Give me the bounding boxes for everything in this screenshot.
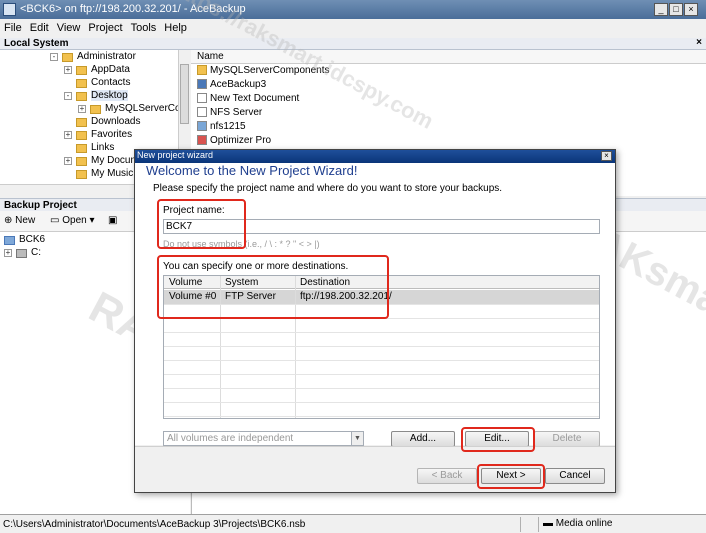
expand-icon[interactable]: + — [64, 157, 72, 165]
row-divider — [164, 388, 599, 389]
list-item[interactable]: MySQLServerComponents — [197, 65, 330, 79]
highlight-destinations — [157, 255, 389, 319]
menu-help[interactable]: Help — [160, 19, 191, 34]
folder-icon — [76, 66, 87, 75]
project-icon — [4, 236, 15, 245]
file-list-header[interactable]: Name — [191, 50, 706, 64]
collapse-icon[interactable]: - — [64, 92, 72, 100]
menu-view[interactable]: View — [53, 19, 85, 34]
tree-node[interactable]: - Administrator — [50, 51, 180, 64]
list-item[interactable]: Optimizer Pro — [197, 135, 271, 149]
folder-icon — [76, 170, 87, 179]
media-icon: ▬ — [543, 518, 553, 529]
wizard-title-bar: New project wizard × — [135, 150, 615, 163]
highlight-next-button — [477, 464, 545, 489]
app-shortcut-icon — [197, 79, 207, 89]
row-divider — [164, 402, 599, 403]
maximize-icon[interactable]: □ — [669, 3, 683, 16]
list-item[interactable]: New Text Document — [197, 93, 299, 107]
row-divider — [164, 416, 599, 417]
list-item[interactable]: AceBackup3 — [197, 79, 266, 93]
status-separator — [520, 517, 521, 532]
document-icon — [197, 93, 207, 103]
close-icon[interactable]: × — [684, 3, 698, 16]
row-divider — [164, 360, 599, 361]
tree-node[interactable]: + C: — [4, 247, 124, 260]
network-icon — [197, 121, 207, 131]
tree-node[interactable]: Downloads — [64, 116, 184, 129]
scroll-thumb[interactable] — [180, 64, 189, 124]
menu-project[interactable]: Project — [84, 19, 126, 34]
menu-edit[interactable]: Edit — [26, 19, 53, 34]
save-icon[interactable]: ▣ — [108, 215, 117, 226]
add-button[interactable]: Add... — [391, 431, 455, 447]
back-button[interactable]: < Back — [417, 468, 477, 484]
document-icon — [197, 107, 207, 117]
close-pane-icon[interactable]: × — [696, 37, 702, 48]
row-divider — [164, 346, 599, 347]
status-bar: C:\Users\Administrator\Documents\AceBack… — [0, 514, 706, 533]
folder-icon — [76, 157, 87, 166]
folder-icon — [76, 79, 87, 88]
highlight-edit-button — [461, 427, 535, 452]
drive-icon — [16, 249, 27, 258]
status-path: C:\Users\Administrator\Documents\AceBack… — [3, 519, 306, 530]
app-icon — [3, 3, 16, 16]
menu-bar: File Edit View Project Tools Help — [0, 19, 706, 38]
window-title-bar: <BCK6> on ftp://198.200.32.201/ - AceBac… — [0, 0, 706, 19]
local-system-title: Local System — [4, 38, 69, 49]
tree-node[interactable]: - Desktop — [64, 90, 184, 103]
tree-node[interactable]: Contacts — [64, 77, 184, 90]
delete-button[interactable]: Delete — [534, 431, 600, 447]
tree-node[interactable]: + Favorites — [64, 129, 184, 142]
status-separator — [538, 517, 539, 532]
wizard-subtitle: Please specify the project name and wher… — [153, 183, 503, 194]
expand-icon[interactable]: + — [78, 105, 86, 113]
new-project-wizard-dialog: New project wizard × Welcome to the New … — [134, 149, 616, 493]
folder-icon — [76, 144, 87, 153]
folder-icon — [76, 118, 87, 127]
expand-icon[interactable]: + — [64, 131, 72, 139]
menu-file[interactable]: File — [0, 19, 26, 34]
tree-node[interactable]: BCK6 — [4, 234, 124, 247]
volume-mode-select[interactable]: All volumes are independent ▼ — [163, 431, 364, 446]
folder-icon — [197, 65, 207, 75]
folder-icon — [62, 53, 73, 62]
wizard-heading: Welcome to the New Project Wizard! — [146, 163, 358, 178]
backup-project-title: Backup Project — [4, 200, 77, 211]
folder-icon — [76, 92, 87, 101]
open-button[interactable]: ▭ Open ▾ — [50, 215, 95, 226]
list-item[interactable]: nfs1215 — [197, 121, 246, 135]
wizard-title: New project wizard — [137, 150, 214, 160]
menu-tools[interactable]: Tools — [127, 19, 161, 34]
new-button[interactable]: ⊕ New — [4, 215, 35, 226]
minimize-icon[interactable]: _ — [654, 3, 668, 16]
collapse-icon[interactable]: - — [50, 53, 58, 61]
expand-icon[interactable]: + — [4, 249, 12, 257]
folder-icon — [76, 131, 87, 140]
row-divider — [164, 332, 599, 333]
close-icon[interactable]: × — [601, 151, 612, 161]
tool-icon — [197, 135, 207, 145]
window-title: <BCK6> on ftp://198.200.32.201/ - AceBac… — [20, 3, 246, 15]
row-divider — [164, 374, 599, 375]
list-item[interactable]: NFS Server — [197, 107, 262, 121]
tree-node[interactable]: + MySQLServerCom — [78, 103, 189, 116]
highlight-project-name — [157, 199, 246, 249]
local-system-header: Local System × — [0, 37, 706, 50]
expand-icon[interactable]: + — [64, 66, 72, 74]
media-status: ▬ Media online — [543, 518, 613, 529]
cancel-button[interactable]: Cancel — [545, 468, 605, 484]
folder-icon — [90, 105, 101, 114]
chevron-down-icon[interactable]: ▼ — [351, 432, 363, 445]
tree-node[interactable]: + AppData — [64, 64, 184, 77]
